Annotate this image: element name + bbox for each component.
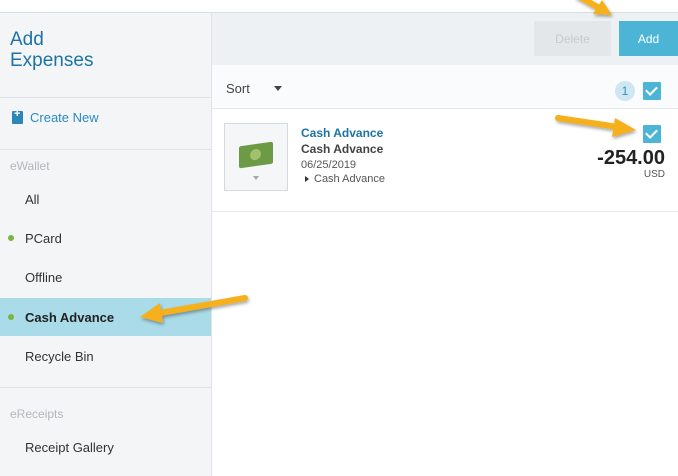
delete-button[interactable]: Delete xyxy=(534,21,611,56)
sidebar-item-all[interactable]: All xyxy=(0,181,211,217)
sidebar-item-label: Offline xyxy=(25,269,63,285)
sidebar-item-label: PCard xyxy=(25,230,62,246)
sidebar-item-label: All xyxy=(25,191,40,207)
expense-checkbox[interactable] xyxy=(643,125,661,143)
expense-currency: USD xyxy=(643,169,665,180)
sidebar-item-recycle-bin[interactable]: Recycle Bin xyxy=(0,338,211,374)
sidebar-item-label: Receipt Gallery xyxy=(25,439,114,455)
sidebar-item-receipt-gallery[interactable]: Receipt Gallery xyxy=(0,429,211,465)
sidebar-item-pcard[interactable]: PCard xyxy=(0,220,211,256)
page-title-line1: Add xyxy=(10,29,44,50)
expense-card[interactable]: Cash Advance Cash Advance 06/25/2019 Cas… xyxy=(212,109,678,212)
status-dot-icon xyxy=(8,235,14,241)
add-button[interactable]: Add xyxy=(619,21,678,56)
expense-subtitle: Cash Advance xyxy=(301,142,384,156)
chevron-down-icon[interactable] xyxy=(274,86,282,91)
sidebar-header: Add Expenses xyxy=(0,13,211,98)
status-dot-icon xyxy=(8,314,14,320)
toolbar: Delete Add xyxy=(212,13,678,65)
select-all-checkbox[interactable] xyxy=(643,82,661,100)
expand-triangle-icon xyxy=(305,176,309,182)
create-new-button[interactable]: Create New xyxy=(12,108,99,125)
section-ewallet: eWallet xyxy=(10,159,50,173)
sidebar-item-label: Cash Advance xyxy=(25,309,115,325)
page-title: Add Expenses xyxy=(10,29,200,71)
receipt-thumbnail[interactable] xyxy=(224,123,288,191)
page-title-line2: Expenses xyxy=(10,50,94,71)
new-document-icon xyxy=(12,108,23,124)
expense-type-label: Cash Advance xyxy=(314,173,385,185)
divider xyxy=(0,387,211,388)
create-new-label: Create New xyxy=(30,110,99,125)
expense-type[interactable]: Cash Advance xyxy=(305,173,385,185)
expense-title[interactable]: Cash Advance xyxy=(301,126,383,140)
expense-date: 06/25/2019 xyxy=(301,159,357,171)
sidebar-item-offline[interactable]: Offline xyxy=(0,259,211,295)
sidebar-item-label: Recycle Bin xyxy=(25,348,94,364)
add-expenses-window: Add Expenses Create New eWallet All PCar… xyxy=(0,12,678,476)
chevron-down-icon[interactable] xyxy=(253,176,259,180)
expense-amount: -254.00 xyxy=(597,147,665,169)
main-panel: Delete Add Sort 1 Cash Advance Cash Adva… xyxy=(212,13,678,476)
sort-bar: Sort 1 xyxy=(212,65,678,109)
sidebar-item-cash-advance[interactable]: Cash Advance xyxy=(0,298,211,336)
section-ereceipts: eReceipts xyxy=(10,407,64,421)
cash-bill-icon xyxy=(239,141,273,169)
selected-count-badge: 1 xyxy=(615,81,635,101)
sort-dropdown[interactable]: Sort xyxy=(226,81,250,96)
divider xyxy=(0,149,211,150)
sidebar: Add Expenses Create New eWallet All PCar… xyxy=(0,13,212,476)
